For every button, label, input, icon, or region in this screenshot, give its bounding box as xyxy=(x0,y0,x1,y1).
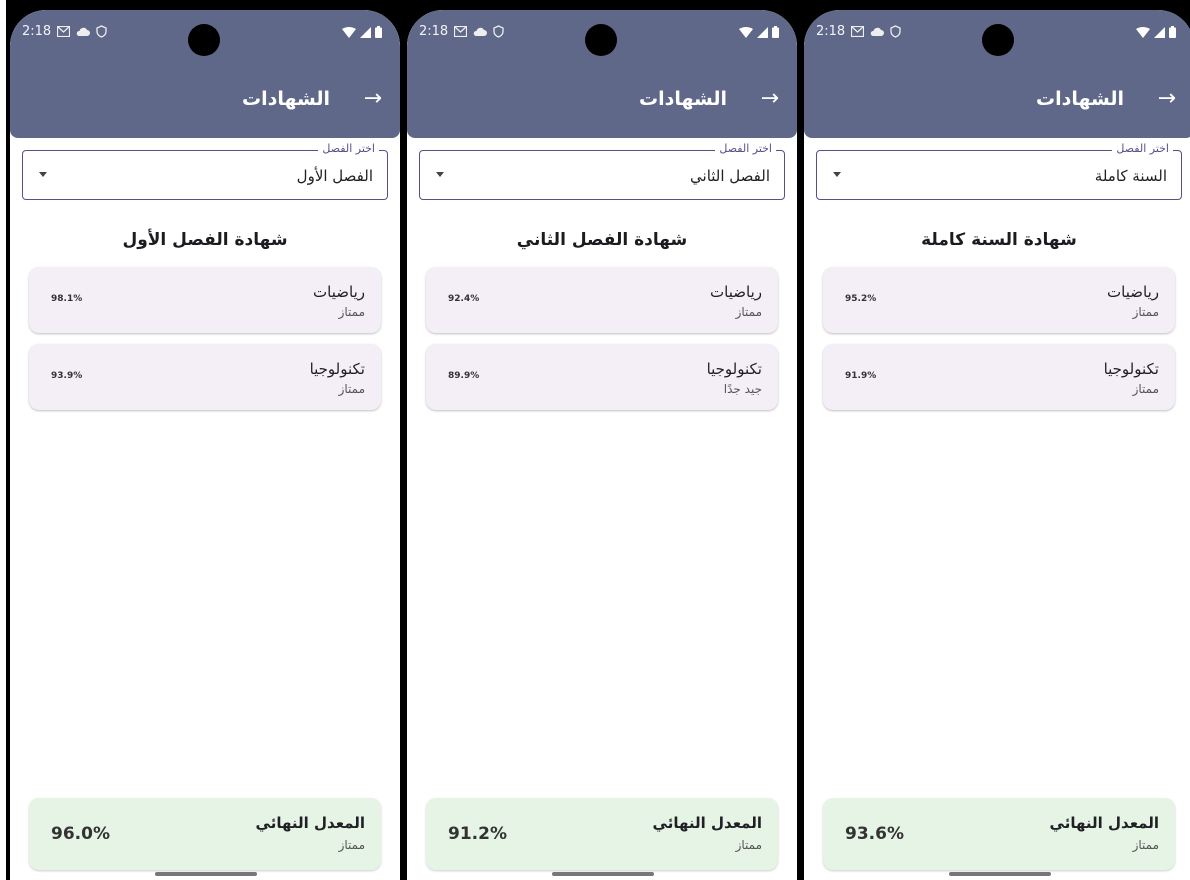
app-bar: 2:18 الشهادات → xyxy=(804,10,1190,138)
final-average-grade: ممتاز xyxy=(338,838,365,852)
home-indicator[interactable] xyxy=(949,872,1051,876)
subject-percent: 98.1% xyxy=(51,294,83,304)
wifi-icon xyxy=(739,26,753,38)
status-time: 2:18 xyxy=(419,24,449,39)
subject-percent: 92.4% xyxy=(448,294,480,304)
home-indicator[interactable] xyxy=(552,872,654,876)
subject-name: رياضيات xyxy=(1107,283,1159,301)
subject-grade: جيد جدًا xyxy=(723,382,762,396)
cloud-icon xyxy=(870,27,885,36)
final-average-title: المعدل النهائي xyxy=(652,814,762,832)
shield-icon xyxy=(493,25,504,38)
dropdown-label: اختر الفصل xyxy=(318,142,379,155)
subject-card: تكنولوجيا ممتاز 93.9% xyxy=(29,344,381,410)
final-average-grade: ممتاز xyxy=(735,838,762,852)
final-average-percent: 93.6% xyxy=(845,824,904,844)
gmail-icon xyxy=(851,26,865,37)
dropdown-label: اختر الفصل xyxy=(1112,142,1173,155)
dropdown-value: السنة كاملة xyxy=(1094,167,1167,185)
app-bar: 2:18 الشهادات → xyxy=(407,10,797,138)
shield-icon xyxy=(890,25,901,38)
status-time: 2:18 xyxy=(816,24,846,39)
wifi-icon xyxy=(1136,26,1150,38)
subject-card: رياضيات ممتاز 98.1% xyxy=(29,267,381,333)
page-title: الشهادات xyxy=(1035,88,1124,110)
subject-percent: 95.2% xyxy=(845,294,877,304)
subject-card: رياضيات ممتاز 92.4% xyxy=(426,267,778,333)
subject-grade: ممتاز xyxy=(735,305,762,319)
subject-name: رياضيات xyxy=(313,283,365,301)
final-average-card: المعدل النهائي ممتاز 96.0% xyxy=(29,798,381,870)
subject-card: رياضيات ممتاز 95.2% xyxy=(823,267,1175,333)
final-average-percent: 96.0% xyxy=(51,824,110,844)
cloud-icon xyxy=(76,27,91,36)
subject-card: تكنولوجيا جيد جدًا 89.9% xyxy=(426,344,778,410)
signal-icon xyxy=(757,26,768,38)
status-time: 2:18 xyxy=(22,24,52,39)
subject-card: تكنولوجيا ممتاز 91.9% xyxy=(823,344,1175,410)
final-average-card: المعدل النهائي ممتاز 93.6% xyxy=(823,798,1175,870)
subject-percent: 91.9% xyxy=(845,371,877,381)
certificate-heading: شهادة الفصل الأول xyxy=(122,230,288,250)
subject-percent: 93.9% xyxy=(51,371,83,381)
status-bar-left: 2:18 xyxy=(816,24,901,39)
final-average-percent: 91.2% xyxy=(448,824,507,844)
back-arrow-icon[interactable]: → xyxy=(1158,86,1176,111)
signal-icon xyxy=(1154,26,1165,38)
final-average-card: المعدل النهائي ممتاز 91.2% xyxy=(426,798,778,870)
subject-name: تكنولوجيا xyxy=(706,360,762,378)
page-title: الشهادات xyxy=(638,88,727,110)
dropdown-value: الفصل الثاني xyxy=(690,167,770,185)
chevron-down-icon xyxy=(833,172,841,177)
status-bar-left: 2:18 xyxy=(419,24,504,39)
page-title: الشهادات xyxy=(241,88,330,110)
subject-name: رياضيات xyxy=(710,283,762,301)
final-average-title: المعدل النهائي xyxy=(1049,814,1159,832)
subject-grade: ممتاز xyxy=(1132,382,1159,396)
status-bar-right xyxy=(342,26,382,38)
status-bar-right xyxy=(739,26,779,38)
gmail-icon xyxy=(57,26,71,37)
final-average-title: المعدل النهائي xyxy=(255,814,365,832)
gmail-icon xyxy=(454,26,468,37)
dropdown-value: الفصل الأول xyxy=(296,167,373,185)
shield-icon xyxy=(96,25,107,38)
phone-screen-3: 2:18 الشهادات → اختر الفصل السنة كاملة ش… xyxy=(804,10,1190,880)
camera-cutout xyxy=(982,24,1014,56)
battery-icon xyxy=(772,26,779,38)
app-bar: 2:18 الشهادات → xyxy=(10,10,400,138)
final-average-grade: ممتاز xyxy=(1132,838,1159,852)
camera-cutout xyxy=(585,24,617,56)
semester-dropdown[interactable]: اختر الفصل الفصل الثاني xyxy=(419,142,785,200)
battery-icon xyxy=(375,26,382,38)
subject-percent: 89.9% xyxy=(448,371,480,381)
wifi-icon xyxy=(342,26,356,38)
chevron-down-icon xyxy=(436,172,444,177)
semester-dropdown[interactable]: اختر الفصل السنة كاملة xyxy=(816,142,1182,200)
back-arrow-icon[interactable]: → xyxy=(364,86,382,111)
status-bar-left: 2:18 xyxy=(22,24,107,39)
certificate-heading: شهادة الفصل الثاني xyxy=(516,230,688,250)
subject-name: تكنولوجيا xyxy=(309,360,365,378)
phone-screen-2: 2:18 الشهادات → اختر الفصل الفصل الثاني … xyxy=(407,10,797,880)
camera-cutout xyxy=(188,24,220,56)
subject-grade: ممتاز xyxy=(338,382,365,396)
back-arrow-icon[interactable]: → xyxy=(761,86,779,111)
subject-grade: ممتاز xyxy=(338,305,365,319)
subject-grade: ممتاز xyxy=(1132,305,1159,319)
semester-dropdown[interactable]: اختر الفصل الفصل الأول xyxy=(22,142,388,200)
home-indicator[interactable] xyxy=(155,872,257,876)
battery-icon xyxy=(1169,26,1176,38)
subject-name: تكنولوجيا xyxy=(1103,360,1159,378)
cloud-icon xyxy=(473,27,488,36)
phone-screen-1: 2:18 الشهادات → اختر الفصل الفصل الأول ش… xyxy=(10,10,400,880)
dropdown-label: اختر الفصل xyxy=(715,142,776,155)
status-bar-right xyxy=(1136,26,1176,38)
chevron-down-icon xyxy=(39,172,47,177)
certificate-heading: شهادة السنة كاملة xyxy=(921,230,1077,250)
signal-icon xyxy=(360,26,371,38)
